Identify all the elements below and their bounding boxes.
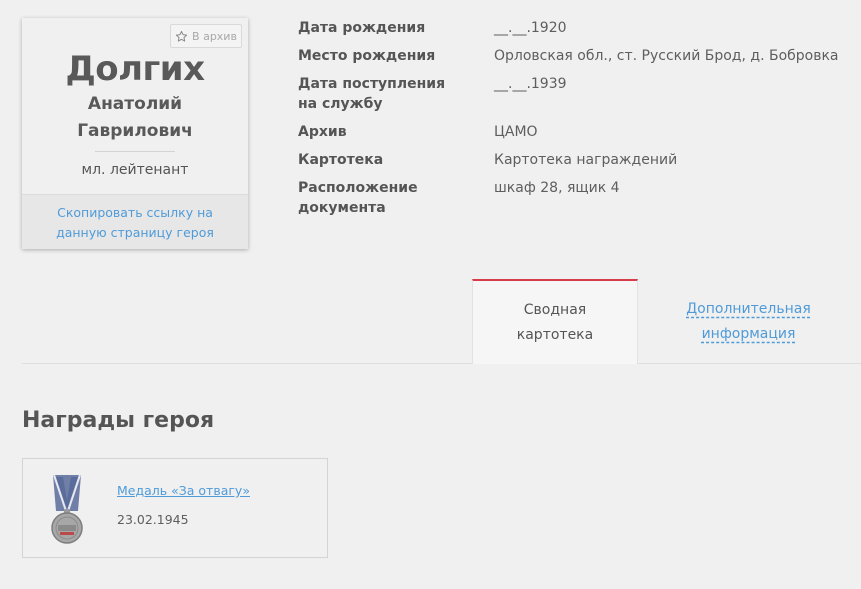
- info-label: Дата рождения: [298, 20, 426, 36]
- hero-surname: Долгих: [65, 49, 205, 89]
- info-label: Картотека: [298, 152, 384, 168]
- archive-button-label: В архив: [192, 29, 237, 43]
- awards-heading: Награды героя: [22, 408, 215, 433]
- award-link[interactable]: Медаль «За отвагу»: [117, 482, 250, 500]
- card-divider: [95, 151, 175, 152]
- info-value: ЦАМО: [494, 124, 538, 140]
- info-value: __.__.1920: [494, 20, 567, 36]
- copy-link[interactable]: Скопировать ссылку на данную страницу ге…: [22, 195, 248, 243]
- tab-label: Дополнительная информация: [686, 301, 811, 342]
- star-outline-icon: [175, 30, 188, 42]
- hero-first-name: Анатолий: [87, 94, 183, 114]
- info-label: Дата поступления на службу: [298, 76, 446, 112]
- info-row-birth-date: Дата рождения __.__.1920: [298, 18, 567, 38]
- copy-link-area: Скопировать ссылку на данную страницу ге…: [22, 194, 248, 249]
- hero-card: В архив Долгих Анатолий Гаврилович мл. л…: [22, 18, 248, 249]
- tab-additional-info[interactable]: Дополнительная информация: [638, 281, 859, 363]
- archive-button[interactable]: В архив: [170, 24, 242, 48]
- medal-icon: [51, 474, 83, 544]
- info-value: __.__.1939: [494, 76, 567, 92]
- info-row-card-index: Картотека Картотека награждений: [298, 150, 677, 170]
- info-value: шкаф 28, ящик 4: [494, 180, 620, 196]
- info-value: Орловская обл., ст. Русский Брод, д. Боб…: [494, 48, 839, 64]
- info-label: Расположение документа: [298, 180, 418, 216]
- info-row-archive: Архив ЦАМО: [298, 122, 538, 142]
- info-label: Место рождения: [298, 48, 436, 64]
- tab-summary-card[interactable]: Сводная картотека: [472, 279, 638, 364]
- award-card: Медаль «За отвагу» 23.02.1945: [22, 458, 328, 558]
- info-value: Картотека награждений: [494, 152, 678, 168]
- hero-patronymic: Гаврилович: [77, 121, 193, 141]
- info-row-document-location: Расположение документа шкаф 28, ящик 4: [298, 178, 620, 218]
- info-row-birth-place: Место рождения Орловская обл., ст. Русск…: [298, 46, 839, 66]
- info-label: Архив: [298, 124, 347, 140]
- award-date: 23.02.1945: [117, 512, 189, 527]
- tabs-divider: [22, 363, 861, 364]
- info-row-service-date: Дата поступления на службу __.__.1939: [298, 74, 567, 114]
- hero-rank: мл. лейтенант: [81, 162, 189, 178]
- tab-label: Сводная картотека: [516, 301, 594, 343]
